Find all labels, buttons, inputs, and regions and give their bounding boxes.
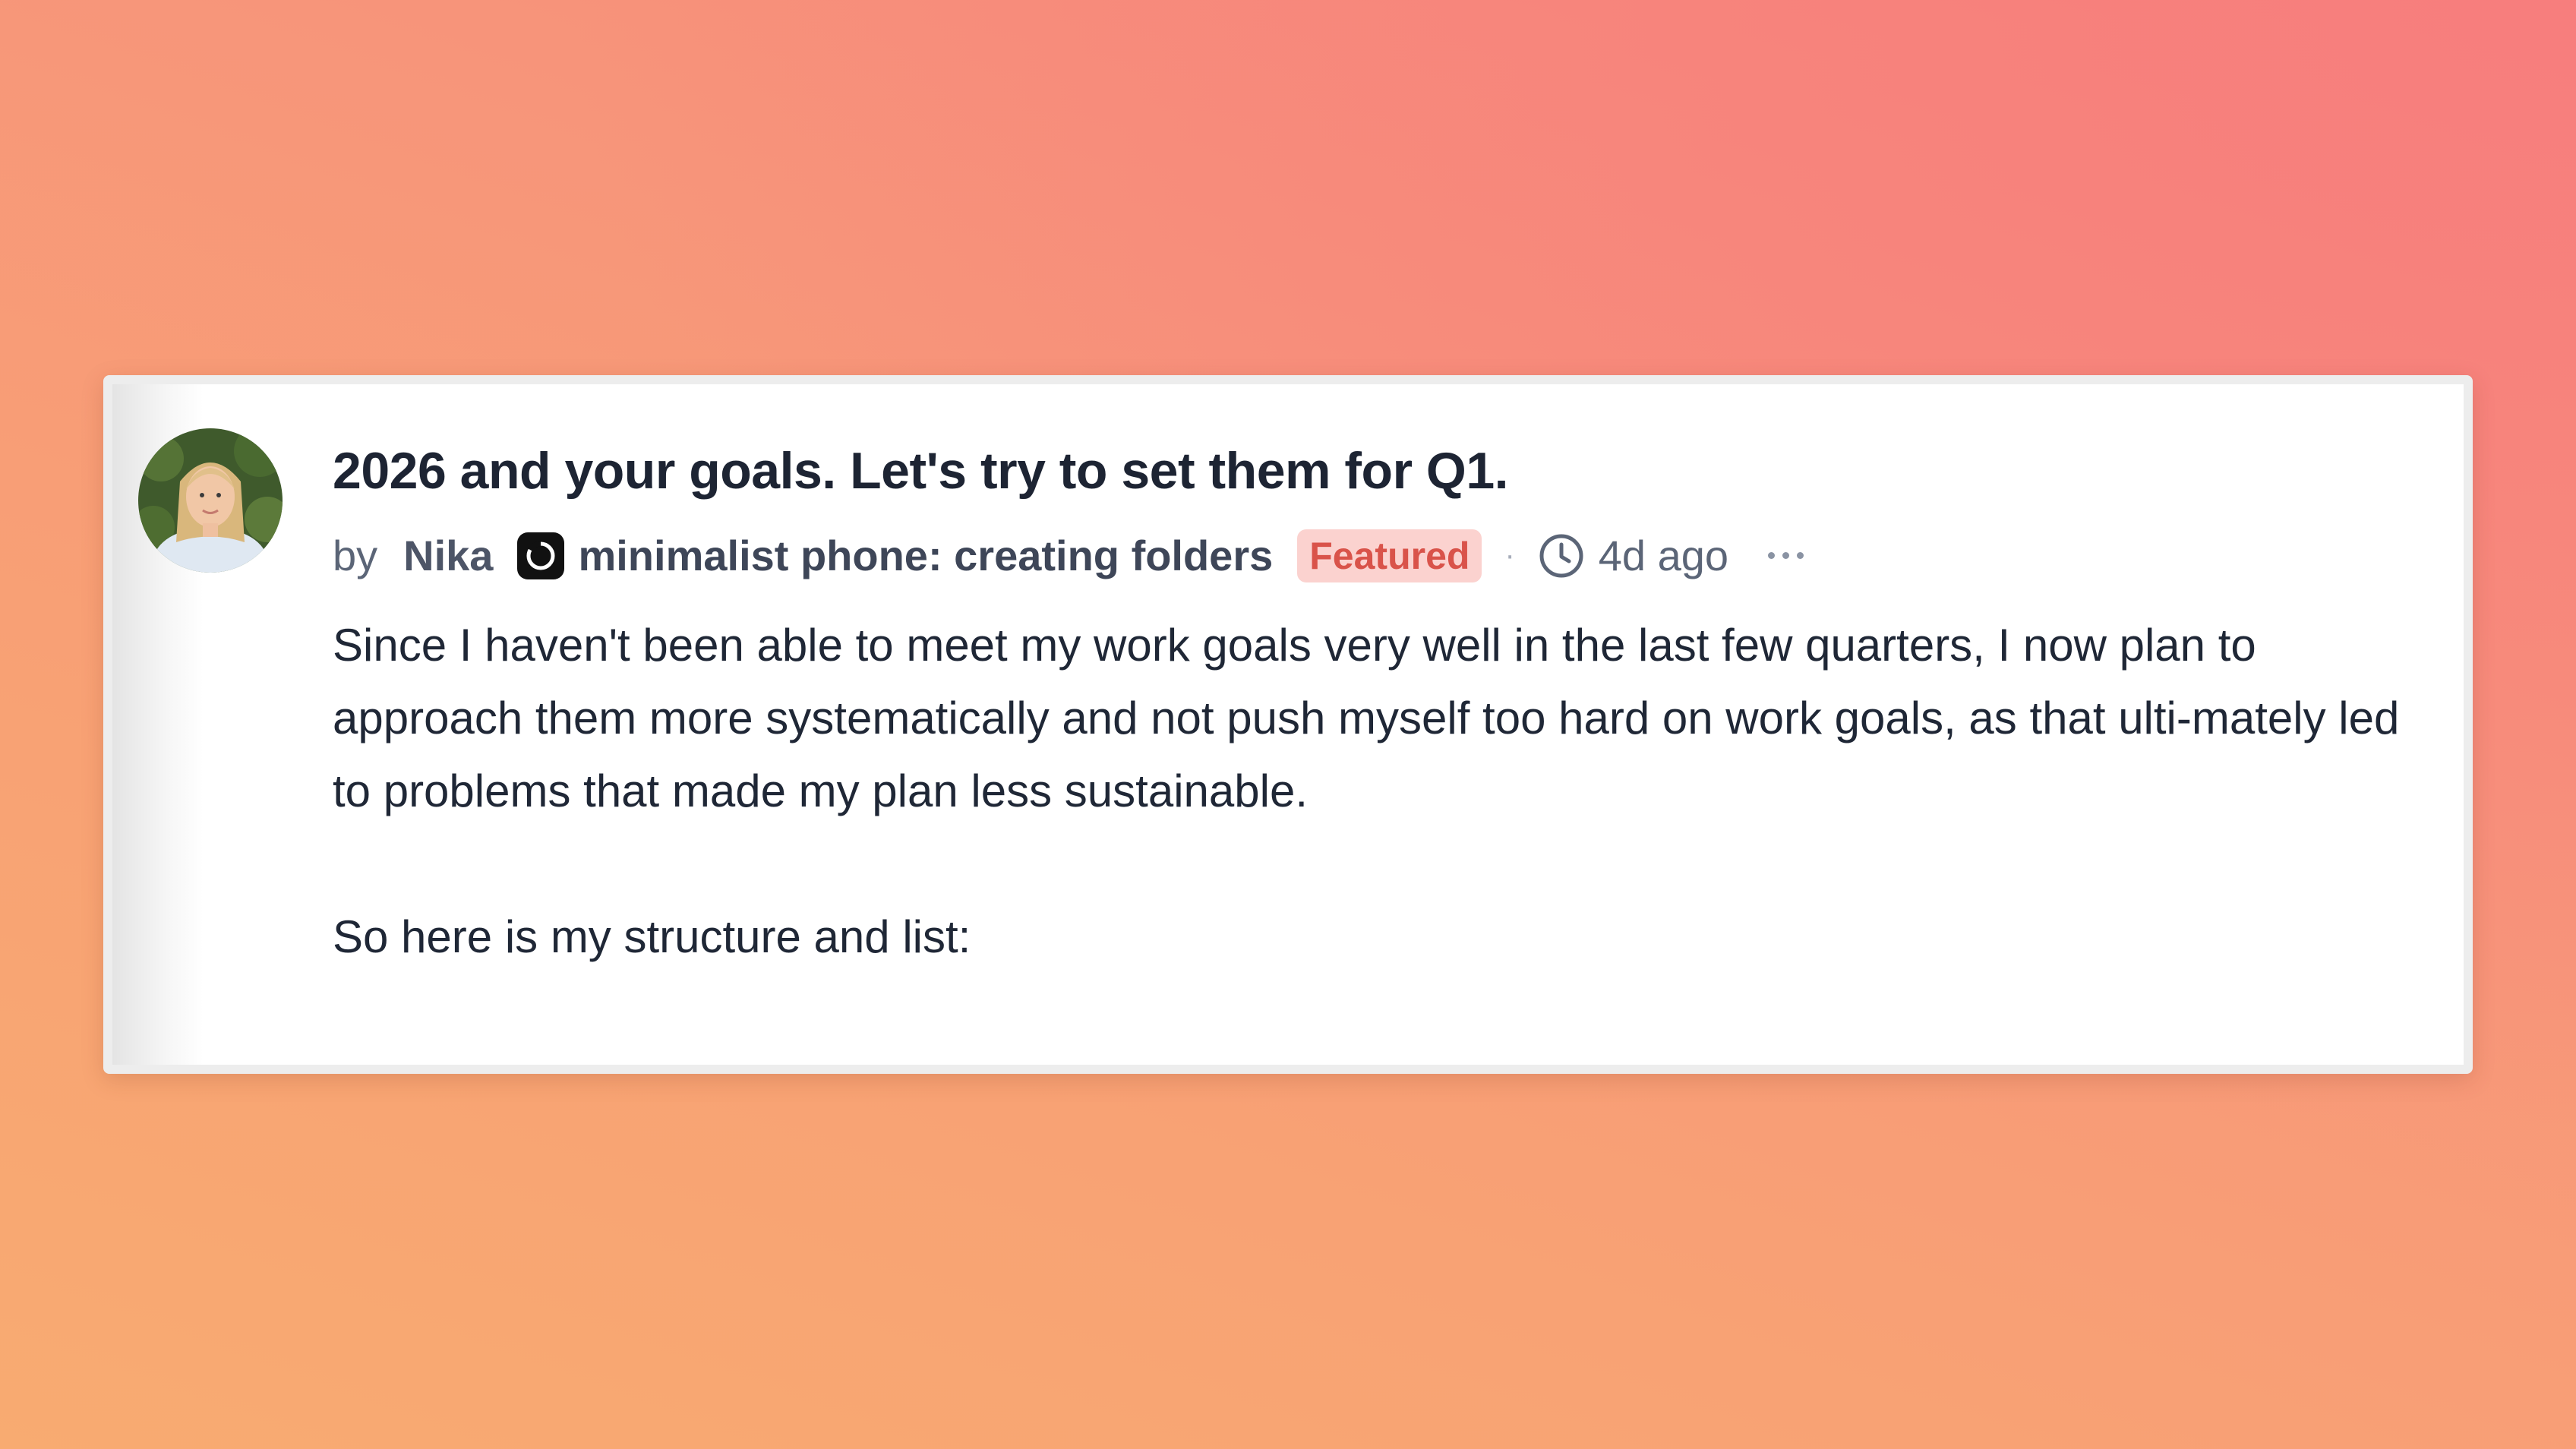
more-dot <box>1782 552 1790 560</box>
post-title[interactable]: 2026 and your goals. Let's try to set th… <box>333 440 2418 503</box>
post-paragraph: So here is my structure and list: <box>333 911 971 962</box>
post-card: 2026 and your goals. Let's try to set th… <box>103 375 2473 1074</box>
author-name[interactable]: Nika <box>403 531 493 580</box>
post-paragraph: Since I haven't been able to meet my wor… <box>333 619 2400 816</box>
more-dot <box>1768 552 1776 560</box>
more-options-icon[interactable] <box>1763 545 1808 567</box>
minimalist-phone-logo-icon[interactable] <box>517 532 565 579</box>
clock-icon <box>1538 532 1585 579</box>
by-label: by <box>333 532 378 580</box>
meta-separator: · <box>1504 538 1515 573</box>
avatar-image <box>138 428 283 573</box>
more-dot <box>1797 552 1804 560</box>
featured-badge: Featured <box>1297 529 1482 582</box>
post-body: Since I haven't been able to meet my wor… <box>333 609 2418 974</box>
author-avatar[interactable] <box>138 428 283 573</box>
post-content: 2026 and your goals. Let's try to set th… <box>333 440 2418 974</box>
publication-name[interactable]: minimalist phone: creating folders <box>578 531 1273 580</box>
post-meta: by Nika minimalist phone: creating folde… <box>333 529 2418 583</box>
post-time: 4d ago <box>1598 532 1729 580</box>
